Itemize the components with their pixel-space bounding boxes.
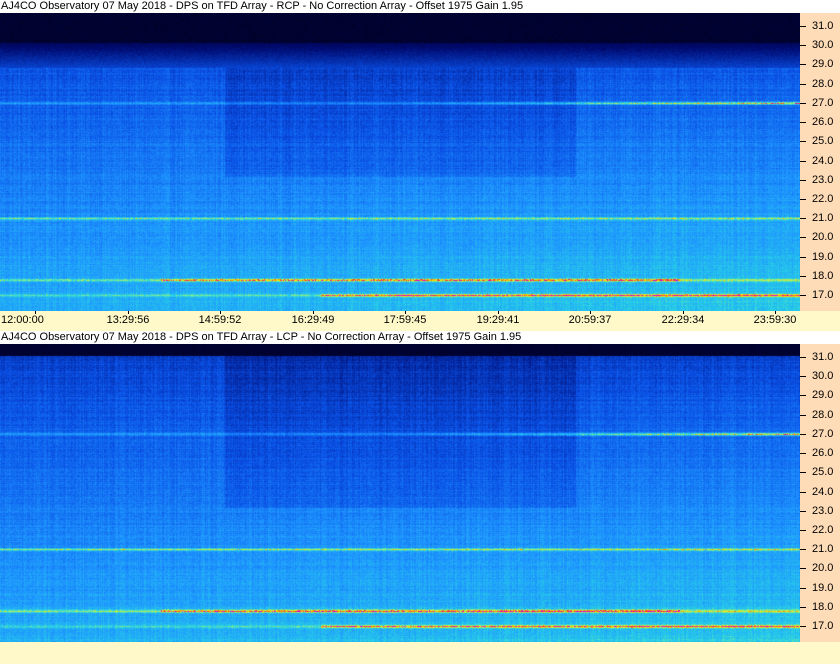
time-tick-label: 17:59:45 (383, 314, 427, 326)
freq-tick-mark (800, 357, 806, 358)
freq-tick-label: 27.0 (812, 428, 834, 440)
freq-tick-label: 29.0 (812, 389, 834, 401)
freq-tick-label: 18.0 (812, 270, 834, 282)
freq-tick-mark (800, 26, 806, 27)
freq-tick-mark (800, 103, 806, 104)
freq-tick-mark (800, 45, 806, 46)
rcp-panel-title: AJ4CO Observatory 07 May 2018 - DPS on T… (0, 0, 801, 13)
freq-tick-mark (800, 199, 806, 200)
time-tick-label: 14:59:52 (198, 314, 242, 326)
time-tick-label: 19:29:41 (476, 314, 520, 326)
lcp-spectrogram (0, 344, 800, 642)
freq-tick-label: 28.0 (812, 409, 834, 421)
freq-tick-label: 23.0 (812, 174, 834, 186)
freq-tick-label: 26.0 (812, 116, 834, 128)
freq-tick-mark (800, 257, 806, 258)
freq-tick-label: 21.0 (812, 212, 834, 224)
freq-tick-label: 30.0 (812, 39, 834, 51)
freq-tick-mark (800, 180, 806, 181)
rcp-spectrogram (0, 13, 800, 311)
time-tick-label: 20:59:37 (568, 314, 612, 326)
lcp-frequency-axis: 31.0 30.0 29.0 28.0 27.0 26.0 25.0 24.0 23.0 22.0… (800, 344, 840, 642)
freq-tick-mark (800, 434, 806, 435)
freq-tick-label: 25.0 (812, 466, 834, 478)
freq-tick-mark (800, 472, 806, 473)
freq-tick-label: 21.0 (812, 543, 834, 555)
freq-tick-label: 19.0 (812, 582, 834, 594)
freq-tick-mark (800, 237, 806, 238)
freq-tick-mark (800, 141, 806, 142)
freq-tick-mark (800, 295, 806, 296)
freq-tick-mark (800, 588, 806, 589)
freq-tick-label: 29.0 (812, 58, 834, 70)
freq-tick-mark (800, 453, 806, 454)
freq-tick-label: 17.0 (812, 620, 834, 632)
freq-tick-mark (800, 122, 806, 123)
time-tick-label: 16:29:49 (291, 314, 335, 326)
freq-tick-label: 27.0 (812, 97, 834, 109)
freq-tick-mark (800, 511, 806, 512)
freq-tick-label: 28.0 (812, 78, 834, 90)
freq-tick-label: 18.0 (812, 601, 834, 613)
freq-tick-mark (800, 549, 806, 550)
freq-tick-label: 19.0 (812, 251, 834, 263)
freq-tick-mark (800, 530, 806, 531)
freq-tick-label: 20.0 (812, 562, 834, 574)
freq-tick-label: 30.0 (812, 370, 834, 382)
freq-tick-mark (800, 84, 806, 85)
freq-tick-mark (800, 161, 806, 162)
freq-tick-mark (800, 492, 806, 493)
freq-tick-mark (800, 395, 806, 396)
freq-tick-mark (800, 376, 806, 377)
freq-tick-label: 26.0 (812, 447, 834, 459)
freq-tick-mark (800, 568, 806, 569)
freq-tick-label: 23.0 (812, 505, 834, 517)
freq-tick-label: 22.0 (812, 524, 834, 536)
freq-tick-mark (800, 415, 806, 416)
freq-tick-mark (800, 218, 806, 219)
freq-tick-label: 22.0 (812, 193, 834, 205)
freq-tick-label: 24.0 (812, 155, 834, 167)
freq-tick-label: 31.0 (812, 20, 834, 32)
freq-tick-label: 17.0 (812, 289, 834, 301)
freq-tick-mark (800, 626, 806, 627)
time-tick-label: 12:00:00 (1, 314, 44, 326)
rcp-frequency-axis: 31.0 30.0 29.0 28.0 27.0 26.0 25.0 24.0 23.0 22.0… (800, 13, 840, 311)
freq-tick-label: 20.0 (812, 231, 834, 243)
time-axis: 12:00:00 13:29:56 14:59:52 16:29:49 17:59:45… (0, 311, 840, 331)
time-tick-label: 22:29:34 (661, 314, 705, 326)
freq-tick-mark (800, 607, 806, 608)
freq-tick-mark (800, 64, 806, 65)
freq-tick-label: 25.0 (812, 135, 834, 147)
lower-time-axis-strip (0, 642, 840, 664)
freq-tick-label: 31.0 (812, 351, 834, 363)
lcp-panel-title: AJ4CO Observatory 07 May 2018 - DPS on T… (0, 331, 801, 344)
freq-tick-label: 24.0 (812, 486, 834, 498)
time-tick-label: 23:59:30 (753, 314, 797, 326)
time-tick-label: 13:29:56 (106, 314, 150, 326)
freq-tick-mark (800, 276, 806, 277)
